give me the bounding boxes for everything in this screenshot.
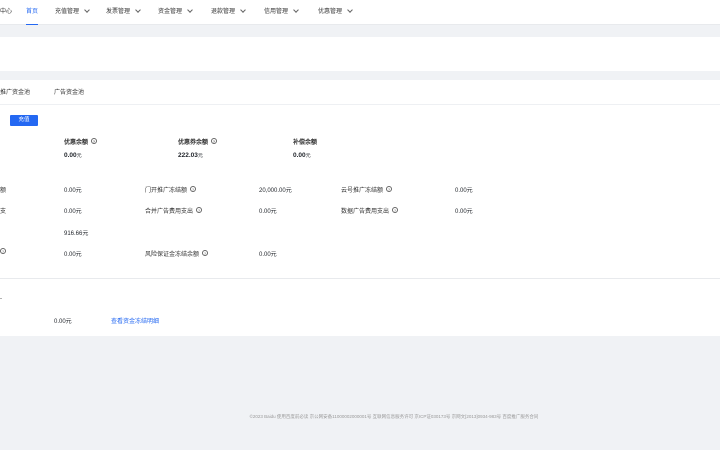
nav-item-invoice-management[interactable]: 发票管理 [106,0,141,25]
unit-text: 元 [76,153,82,159]
help-icon[interactable]: ? [91,138,98,145]
button-label: 充值 [18,117,30,123]
tab-ad-pool[interactable]: 广告资金池 [54,87,84,96]
recharge-button[interactable]: 充值 [10,115,38,126]
coupon-balance-label: 优惠余额? [64,137,98,146]
compensation-balance-label: 补偿余额 [293,137,317,146]
value-text: 0.00 [293,152,306,159]
nav-label: 资金管理 [158,9,183,15]
chevron-down-icon [187,7,193,13]
account-balance-label: 额 [0,185,6,194]
help-icon[interactable]: ? [202,250,209,257]
cloud-promo-frozen-value: 0.00元 [455,188,473,194]
frozen-funds-value: 0.00元 [54,319,72,325]
value-text: 222.03 [178,152,198,159]
row4-value: 0.00元 [64,252,82,258]
frozen-funds-label: - [0,296,2,302]
label-text: 优惠券余额 [178,140,209,146]
nav-label: 充值管理 [55,9,80,15]
row4-label: ? [0,248,6,256]
compensation-balance-value: 0.00元 [293,152,311,159]
tab-label: 推广资金池 [0,90,31,96]
expense-label: 支 [0,206,6,215]
nav-label: 中心 [0,9,13,15]
nav-item-home[interactable]: 首页 [26,0,39,25]
merged-ad-expense-value: 0.00元 [259,209,277,215]
nav-label: 信用管理 [264,9,289,15]
help-icon[interactable]: ? [386,186,393,193]
section-divider [0,278,720,279]
label-text: 数据广告费用支出 [341,209,390,215]
unit-text: 元 [197,153,203,159]
help-icon[interactable]: ? [190,186,197,193]
label-text: 支 [0,209,7,215]
nav-label: 首页 [26,9,39,15]
nav-label: 退款管理 [211,9,236,15]
label-text: 优惠余额 [64,140,89,146]
risk-deposit-frozen-label: 风险保证金冻结余额? [145,249,209,258]
row3-value: 916.66元 [64,231,89,237]
nav-item-refund-management[interactable]: 退款管理 [211,0,246,25]
discount-balance-label: 优惠券余额? [178,137,218,146]
unit-text: 元 [305,153,311,159]
help-icon[interactable]: ? [0,248,6,254]
chevron-down-icon [84,7,90,13]
data-ad-expense-value: 0.00元 [455,209,473,215]
page-footer: ©2023 Baidu 使用百度前必读 京公网安备11000002000001号… [249,414,539,419]
chevron-down-icon [135,7,141,13]
label-text: 风险保证金冻结余额 [145,252,200,258]
nav-item-credit-management[interactable]: 信用管理 [264,0,299,25]
help-icon[interactable]: ? [392,207,399,214]
value-text: 0.00 [64,152,77,159]
notice-band [0,37,720,71]
nav-label: 发票管理 [106,9,131,15]
tab-divider [0,104,720,105]
label-text: 合并广告费用支出 [145,209,194,215]
top-navigation: 中心 首页 充值管理 发票管理 资金管理 退款管理 信用管理 优惠管理 [0,0,720,25]
label-text: 门开推广冻结额 [145,188,188,194]
chevron-down-icon [293,7,299,13]
cloud-promo-frozen-label: 云号推广冻结额? [341,185,393,194]
coupon-balance-value: 0.00元 [64,152,82,159]
nav-label: 优惠管理 [318,9,343,15]
merged-ad-expense-label: 合并广告费用支出? [145,206,203,215]
door-promo-frozen-label: 门开推广冻结额? [145,185,197,194]
nav-item-center[interactable]: 中心 [0,0,12,25]
nav-item-discount-management[interactable]: 优惠管理 [318,0,353,25]
help-icon[interactable]: ? [196,207,203,214]
account-balance-value: 0.00元 [64,188,82,194]
chevron-down-icon [240,7,246,13]
risk-deposit-frozen-value: 0.00元 [259,252,277,258]
help-icon[interactable]: ? [211,138,218,145]
expense-value: 0.00元 [64,209,82,215]
view-frozen-details-link[interactable]: 查看资金冻结明细 [111,316,159,325]
chevron-down-icon [347,7,353,13]
nav-item-fund-management[interactable]: 资金管理 [158,0,193,25]
label-text: 补偿余额 [293,140,318,146]
tab-promotion-pool[interactable]: 推广资金池 [0,87,30,96]
tab-label: 广告资金池 [54,90,85,96]
label-text: 额 [0,188,7,194]
door-promo-frozen-value: 20,000.00元 [259,188,292,194]
label-text: 云号推广冻结额 [341,188,384,194]
nav-item-recharge-management[interactable]: 充值管理 [55,0,90,25]
discount-balance-value: 222.03元 [178,152,203,159]
data-ad-expense-label: 数据广告费用支出? [341,206,399,215]
